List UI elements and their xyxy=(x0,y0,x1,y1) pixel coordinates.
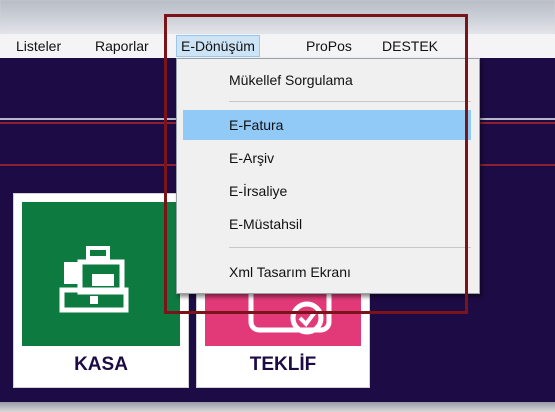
kasa-tile-label: KASA xyxy=(74,354,128,375)
cash-register-icon xyxy=(59,246,129,313)
dropdown-item-e-mustahsil[interactable]: E-Müstahsil xyxy=(183,209,471,239)
dropdown-item-mukellef-sorgulama[interactable]: Mükellef Sorgulama xyxy=(183,65,471,95)
menu-destek[interactable]: DESTEK xyxy=(378,36,442,56)
dropdown-separator xyxy=(229,247,471,248)
window-bottom-edge xyxy=(0,402,555,412)
dropdown-item-e-arsiv[interactable]: E-Arşiv xyxy=(183,143,471,173)
menu-propos[interactable]: ProPos xyxy=(302,36,356,56)
window-titlebar xyxy=(0,0,555,34)
dropdown-item-e-fatura[interactable]: E-Fatura xyxy=(183,110,471,140)
dropdown-item-xml-tasarim-ekrani[interactable]: Xml Tasarım Ekranı xyxy=(183,257,471,287)
kasa-tile-face xyxy=(22,202,180,346)
e-donusum-dropdown: Mükellef Sorgulama E-Fatura E-Arşiv E-İr… xyxy=(176,58,480,294)
menu-e-donusum[interactable]: E-Dönüşüm xyxy=(176,35,260,57)
dropdown-item-e-irsaliye[interactable]: E-İrsaliye xyxy=(183,176,471,206)
kasa-tile[interactable]: KASA xyxy=(13,193,189,388)
menu-listeler[interactable]: Listeler xyxy=(12,36,65,56)
dropdown-separator xyxy=(229,101,471,102)
menu-bar: Listeler Raporlar E-Dönüşüm ProPos DESTE… xyxy=(0,34,555,59)
menu-raporlar[interactable]: Raporlar xyxy=(91,36,153,56)
teklif-tile-label: TEKLİF xyxy=(249,354,317,375)
